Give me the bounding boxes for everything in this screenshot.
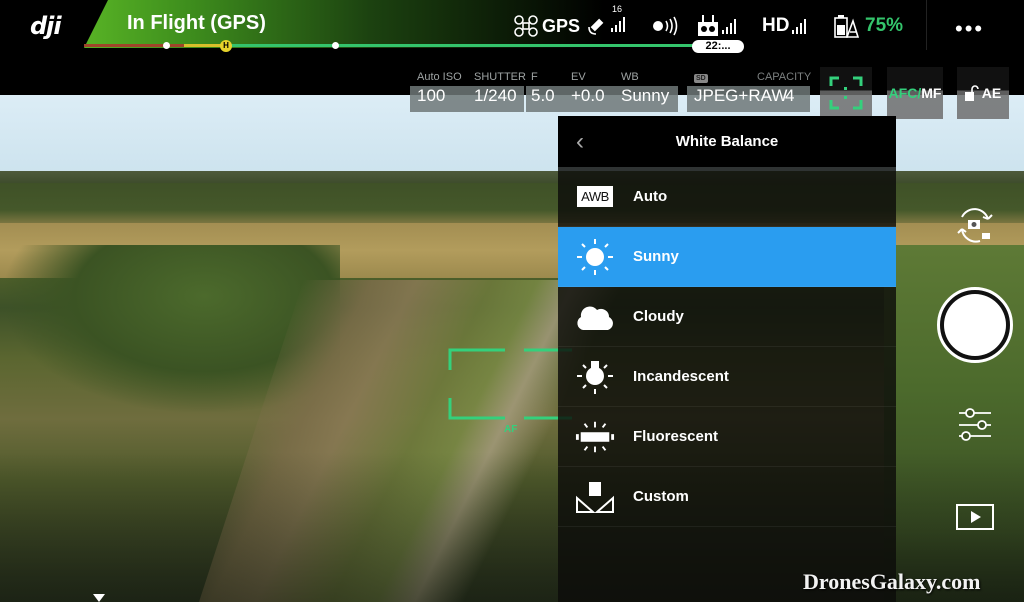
- iso-label: Auto ISO: [417, 71, 462, 83]
- rc-signal[interactable]: [697, 12, 736, 40]
- wb-option-auto[interactable]: AWB Auto: [558, 167, 896, 227]
- battery-status[interactable]: 75%: [833, 12, 903, 40]
- wb-option-custom[interactable]: Custom: [558, 467, 896, 527]
- wb-option-label: Sunny: [633, 248, 679, 265]
- iso-value: 100: [417, 86, 446, 105]
- photo-video-switch[interactable]: [952, 205, 998, 247]
- camera-video-switch-icon: [957, 208, 993, 243]
- rc-signal-bars: [722, 18, 736, 34]
- bulb-icon: [575, 357, 615, 397]
- fluorescent-icon: [575, 417, 615, 457]
- focus-area-button[interactable]: [820, 67, 872, 119]
- wb-value: Sunny: [621, 86, 670, 105]
- battery-progress-remaining: [228, 44, 708, 47]
- watermark: DronesGalaxy.com: [803, 569, 981, 594]
- drone-icon: [514, 15, 538, 37]
- gps-label: GPS: [542, 15, 581, 36]
- flight-status-text: In Flight (GPS): [127, 12, 266, 34]
- ev-setting[interactable]: EV +0.0: [571, 71, 605, 106]
- focus-mode-toggle[interactable]: AFC/MF: [887, 67, 943, 119]
- aperture-label: F: [531, 71, 538, 83]
- top-status-bar: dji In Flight (GPS) H 22:... GPS 16 HD 7…: [0, 0, 1024, 58]
- satellite-status[interactable]: 16: [586, 4, 625, 40]
- hd-signal[interactable]: HD: [762, 12, 807, 40]
- shutter-label: SHUTTER: [474, 71, 526, 83]
- hd-label: HD: [762, 15, 790, 36]
- progress-marker: [163, 42, 170, 49]
- progress-marker: [332, 42, 339, 49]
- divider: [926, 0, 927, 50]
- flight-time-badge: 22:...: [692, 40, 744, 53]
- iso-setting[interactable]: Auto ISO 100: [417, 71, 462, 106]
- vision-sensor-status[interactable]: [651, 12, 679, 40]
- capacity-setting: CAPACITY 4: [757, 71, 811, 106]
- focus-frame-icon: [829, 76, 863, 110]
- ae-lock-button[interactable]: AE: [957, 67, 1009, 119]
- capacity-value: 4: [785, 86, 795, 105]
- white-balance-panel: ‹ White Balance AWB Auto Sunny Cloudy In…: [558, 116, 896, 602]
- wb-panel-header: ‹ White Balance: [558, 116, 896, 167]
- battery-percent: 75%: [865, 15, 904, 36]
- shutter-button-inner: [944, 294, 1006, 356]
- map-toggle-arrow-icon[interactable]: [93, 594, 105, 602]
- satellite-icon: [588, 18, 604, 35]
- ev-label: EV: [571, 71, 586, 83]
- satellite-signal-bars: [611, 16, 625, 32]
- shutter-button[interactable]: [937, 287, 1013, 363]
- aperture-value: 5.0: [531, 86, 555, 105]
- wb-option-label: Incandescent: [633, 368, 729, 385]
- home-marker-icon: H: [220, 40, 232, 52]
- afc-label: AFC: [888, 85, 918, 101]
- capacity-label: CAPACITY: [757, 71, 812, 83]
- playback-button[interactable]: [955, 503, 995, 531]
- ae-label: AE: [981, 85, 1002, 101]
- mf-label: MF: [921, 85, 942, 101]
- wb-label: WB: [621, 71, 639, 83]
- sun-icon: [575, 237, 615, 277]
- wb-setting[interactable]: WB Sunny: [621, 71, 669, 106]
- aperture-setting[interactable]: F 5.0: [531, 71, 555, 106]
- shutter-setting[interactable]: SHUTTER 1/240: [474, 71, 526, 106]
- wb-option-label: Custom: [633, 488, 689, 505]
- cloud-icon: [575, 297, 615, 337]
- wb-option-sunny[interactable]: Sunny: [558, 227, 896, 287]
- back-chevron-icon[interactable]: ‹: [576, 128, 584, 156]
- sd-card-icon: SD: [694, 74, 708, 83]
- wb-option-fluorescent[interactable]: Fluorescent: [558, 407, 896, 467]
- wb-option-incandescent[interactable]: Incandescent: [558, 347, 896, 407]
- awb-icon: AWB: [575, 177, 615, 217]
- wb-option-label: Cloudy: [633, 308, 684, 325]
- ev-value: +0.0: [571, 86, 605, 105]
- shutter-value: 1/240: [474, 86, 517, 105]
- battery-icon: [834, 15, 859, 38]
- unlock-icon: [964, 85, 979, 101]
- sliders-icon: [959, 408, 991, 441]
- dji-logo[interactable]: dji: [30, 12, 62, 40]
- gps-status[interactable]: GPS: [513, 12, 580, 40]
- satellite-count: 16: [612, 3, 623, 14]
- camera-settings-button[interactable]: [956, 405, 994, 443]
- custom-wb-icon: [575, 477, 615, 517]
- hd-signal-bars: [792, 18, 807, 34]
- vision-sensor-icon: [653, 16, 678, 36]
- wb-option-label: Auto: [633, 188, 668, 205]
- wb-option-cloudy[interactable]: Cloudy: [558, 287, 896, 347]
- wb-panel-title: White Balance: [675, 133, 779, 150]
- play-icon: [956, 504, 994, 530]
- af-focus-box[interactable]: [448, 348, 572, 420]
- wb-option-label: Fluorescent: [633, 428, 719, 445]
- more-menu-button[interactable]: •••: [955, 16, 984, 42]
- af-label: AF: [504, 424, 518, 435]
- remote-controller-icon: [698, 15, 718, 36]
